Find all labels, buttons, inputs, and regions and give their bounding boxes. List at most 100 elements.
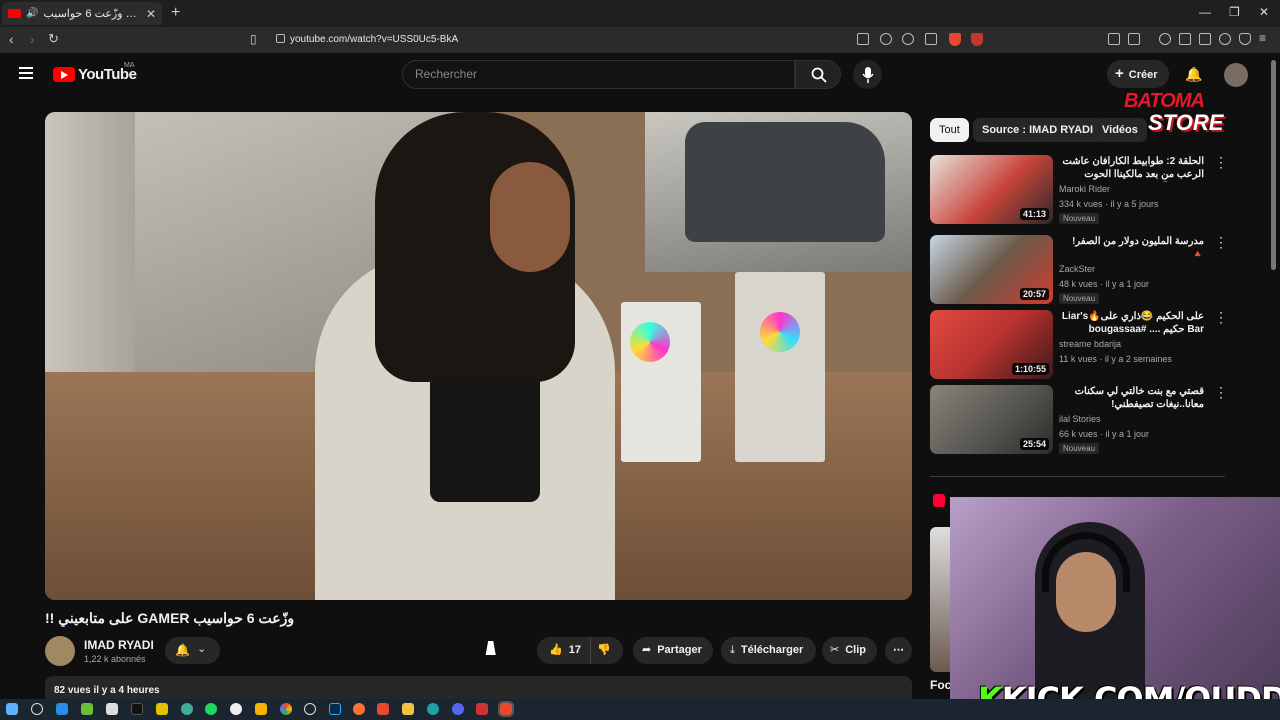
recommendation-meta: 334 k vues · il y a 5 jours — [1059, 199, 1159, 209]
maximize-button[interactable]: ❐ — [1229, 5, 1240, 19]
close-window-button[interactable]: ✕ — [1259, 5, 1269, 19]
app-icon[interactable] — [181, 703, 193, 715]
like-count: 17 — [568, 644, 581, 656]
chrome-icon[interactable] — [280, 703, 292, 715]
site-info-icon[interactable] — [276, 34, 285, 43]
brave-icon[interactable] — [377, 703, 389, 715]
minimize-button[interactable]: — — [1199, 5, 1211, 19]
youtube-header: YouTube MA Rechercher + Créer 🔔 — [0, 53, 1280, 97]
telegram-icon[interactable] — [56, 703, 68, 715]
search-icon — [811, 67, 827, 83]
back-arrow-icon[interactable]: ‹ — [9, 31, 14, 47]
user-avatar[interactable] — [1224, 63, 1248, 87]
video-player[interactable] — [45, 112, 912, 600]
download-button[interactable]: ⤓ Télécharger — [721, 637, 816, 664]
app-icon[interactable] — [476, 703, 488, 715]
extension-puzzle-icon[interactable] — [1108, 33, 1120, 45]
chip-source[interactable]: Source : IMAD RYADI — [973, 118, 1103, 142]
recommendation-item[interactable]: 41:13 الحلقة 2: طوابيط الكارافان عاشت ال… — [930, 155, 1230, 225]
app-icon[interactable] — [81, 703, 93, 715]
recommendation-item[interactable]: 20:57 مدرسة المليون دولار من الصفر! 🔺 Za… — [930, 235, 1230, 305]
channel-name[interactable]: IMAD RYADI — [84, 638, 154, 652]
subscription-bell-button[interactable]: 🔔 ⌄ — [165, 637, 220, 664]
share-button[interactable]: ➦ Partager — [633, 637, 713, 664]
more-vertical-icon[interactable]: ⋮ — [1214, 155, 1228, 169]
browser-tab-active[interactable]: 🔊 وزّعت 6 حواسيب GAMER على ✕ — [2, 2, 162, 25]
app-icon[interactable] — [230, 703, 242, 715]
music-icon[interactable] — [1159, 33, 1171, 45]
windows-start-icon[interactable] — [6, 703, 18, 715]
bookmark-icon[interactable]: ▯ — [250, 32, 257, 46]
app-icon[interactable] — [156, 703, 168, 715]
clip-label: Clip — [845, 644, 866, 656]
tab-grid-icon[interactable] — [1128, 33, 1140, 45]
voice-search-button[interactable] — [853, 60, 882, 89]
speaker-icon[interactable]: 🔊 — [26, 8, 38, 19]
search-input[interactable]: Rechercher — [402, 60, 795, 89]
vpn-shield-icon[interactable] — [1239, 33, 1251, 45]
brave-shields-icon[interactable] — [949, 33, 961, 46]
recommendation-item[interactable]: 1:10:55 على الحكيم 😂ذاري على🔥Liar's Bar … — [930, 310, 1230, 380]
like-button[interactable]: 👍 17 — [543, 637, 587, 664]
translate-icon[interactable] — [880, 33, 892, 45]
menu-icon[interactable]: ≡ — [1259, 32, 1271, 45]
close-tab-icon[interactable]: ✕ — [146, 7, 156, 21]
download-label: Télécharger — [740, 644, 804, 656]
forward-arrow-icon[interactable]: › — [30, 31, 35, 47]
app-icon[interactable] — [255, 703, 267, 715]
chip-all[interactable]: Tout — [930, 118, 969, 142]
recommendation-channel: Maroki Rider — [1059, 184, 1111, 194]
sidebar-icon[interactable] — [1179, 33, 1191, 45]
new-badge: Nouveau — [1059, 293, 1100, 304]
hamburger-menu-icon[interactable] — [19, 67, 33, 82]
video-frame-person-face — [490, 162, 570, 272]
os-taskbar — [0, 699, 1280, 720]
more-actions-button[interactable]: ⋯ — [885, 637, 912, 664]
reload-icon[interactable]: ↻ — [48, 31, 59, 47]
more-vertical-icon[interactable]: ⋮ — [1214, 235, 1228, 249]
more-vertical-icon[interactable]: ⋮ — [1214, 310, 1228, 324]
video-title: !! على متابعيني GAMER وزّعت 6 حواسيب — [45, 610, 295, 626]
app-icon[interactable] — [131, 703, 143, 715]
dislike-button[interactable]: 👎 — [590, 637, 617, 664]
app-icon[interactable] — [304, 703, 316, 715]
leo-ai-icon[interactable] — [1219, 33, 1231, 45]
store-overlay-logo: BATOMA STORE — [1124, 90, 1232, 138]
discord-icon[interactable] — [452, 703, 464, 715]
clip-button[interactable]: ✂ Clip — [822, 637, 877, 664]
brave-active-icon[interactable] — [498, 701, 514, 717]
recommendation-title: مدرسة المليون دولار من الصفر! 🔺 — [1072, 236, 1204, 260]
country-code: MA — [124, 62, 135, 69]
recommendation-item[interactable]: 25:54 قصتي مع بنت خالتي لي سكنات معانا..… — [930, 385, 1230, 455]
photoshop-icon[interactable] — [329, 703, 341, 715]
video-duration: 25:54 — [1019, 438, 1049, 450]
share-page-icon[interactable] — [925, 33, 937, 45]
recommendation-channel: streame bdarija — [1059, 339, 1122, 349]
channel-avatar[interactable] — [45, 636, 75, 666]
url-field[interactable]: youtube.com/watch?v=USS0Uc5-BkA — [290, 30, 458, 50]
search-button[interactable] — [795, 60, 841, 89]
cast-icon[interactable] — [857, 33, 869, 45]
section-divider — [930, 476, 1225, 477]
youtube-logo[interactable]: YouTube MA — [53, 62, 137, 83]
recommendation-meta: 66 k vues · il y a 1 jour — [1059, 429, 1150, 439]
firefox-icon[interactable] — [353, 703, 365, 715]
wallet-icon[interactable] — [1199, 33, 1211, 45]
edge-icon[interactable] — [427, 703, 439, 715]
brave-rewards-icon[interactable] — [971, 33, 983, 46]
app-icon[interactable] — [106, 703, 118, 715]
page-scrollbar[interactable] — [1271, 60, 1276, 270]
new-badge: Nouveau — [1059, 213, 1100, 224]
spotify-icon[interactable] — [205, 703, 217, 715]
file-explorer-icon[interactable] — [402, 703, 414, 715]
new-tab-button[interactable]: + — [171, 4, 180, 22]
create-button[interactable]: + Créer — [1107, 60, 1169, 88]
taskbar-search-icon[interactable] — [31, 703, 43, 715]
recommendation-thumbnail: 1:10:55 — [930, 310, 1053, 379]
shorts-thumbnail[interactable] — [930, 527, 950, 672]
notifications-bell-icon[interactable]: 🔔 — [1185, 66, 1202, 83]
zoom-icon[interactable] — [902, 33, 914, 45]
more-vertical-icon[interactable]: ⋮ — [1214, 385, 1228, 399]
video-frame-car — [685, 122, 885, 242]
youtube-favicon-icon — [8, 9, 21, 18]
